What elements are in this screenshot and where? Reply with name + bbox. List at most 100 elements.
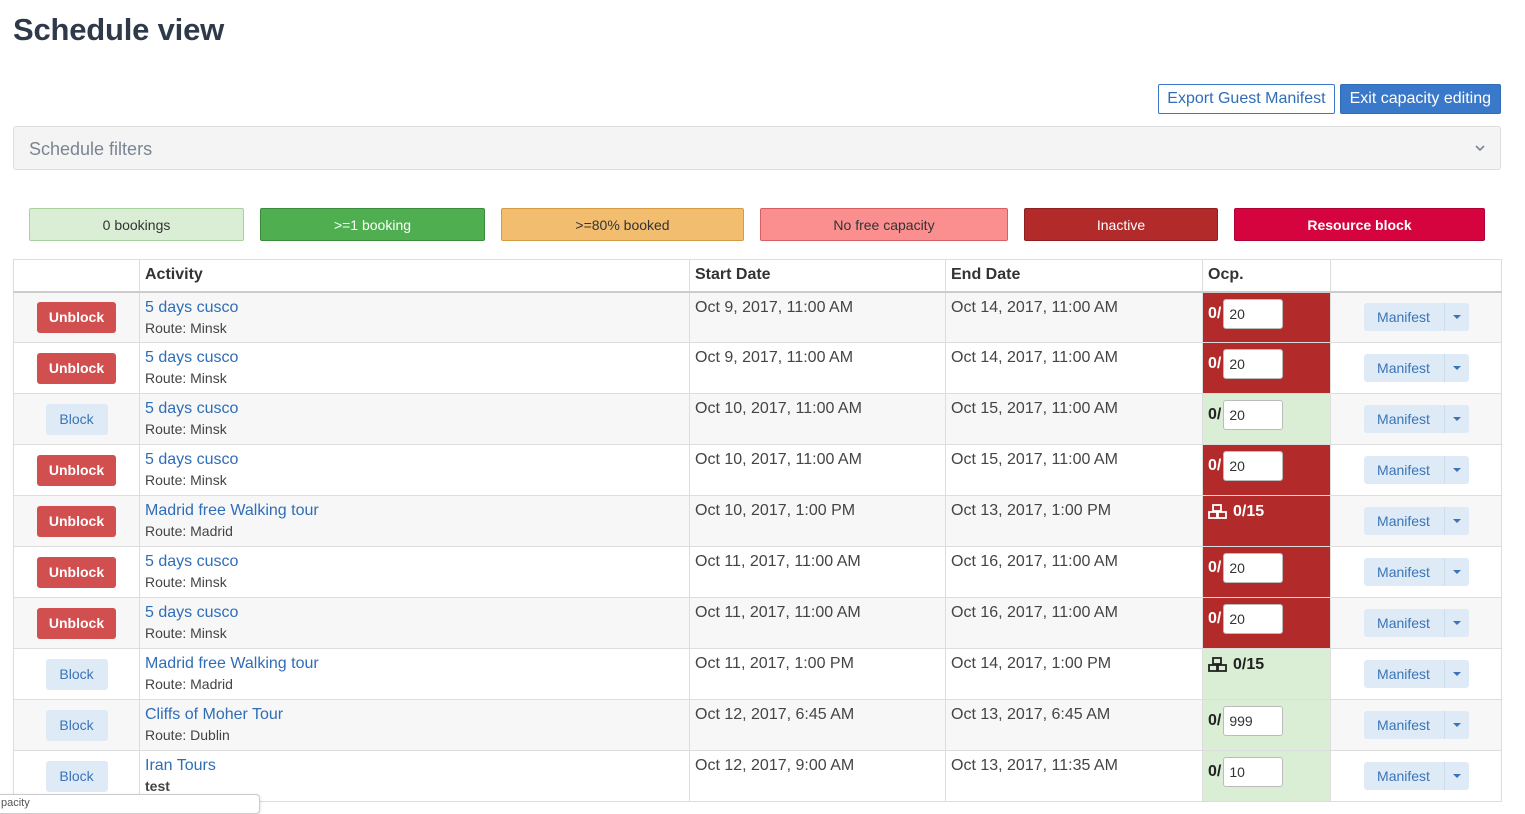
manifest-button-group: Manifest [1363, 405, 1469, 433]
route-label: Route: Madrid [145, 523, 233, 539]
manifest-button[interactable]: Manifest [1363, 303, 1444, 332]
block-button[interactable]: Block [45, 658, 108, 690]
occupancy-cell: 0/ [1202, 750, 1331, 802]
activity-link[interactable]: Madrid free Walking tour [145, 655, 684, 673]
unblock-button[interactable]: Unblock [37, 607, 116, 639]
start-date: Oct 9, 2017, 11:00 AM [695, 349, 854, 366]
activity-link[interactable]: 5 days cusco [145, 553, 684, 571]
occupancy-editor: 0/ [1208, 349, 1325, 379]
schedule-filters-label: Schedule filters [29, 139, 153, 159]
manifest-dropdown-toggle[interactable] [1443, 456, 1469, 484]
activity-link[interactable]: Cliffs of Moher Tour [145, 706, 684, 724]
route-label: Route: Minsk [145, 574, 227, 590]
route-label: Route: Minsk [145, 472, 227, 488]
end-date-cell: Oct 15, 2017, 11:00 AM [945, 444, 1203, 496]
start-date-cell: Oct 12, 2017, 6:45 AM [689, 699, 946, 751]
start-date: Oct 12, 2017, 6:45 AM [695, 706, 855, 723]
block-button[interactable]: Block [45, 709, 108, 741]
row-action-cell: Block [13, 648, 140, 700]
resource-occupancy: 0/15 [1208, 656, 1325, 674]
manifest-dropdown-toggle[interactable] [1443, 660, 1469, 688]
table-row: Unblock Madrid free Walking tour Route: … [13, 495, 1502, 547]
manifest-button[interactable]: Manifest [1363, 507, 1444, 535]
block-button[interactable]: Block [45, 403, 108, 435]
activity-cell: 5 days cusco Route: Minsk [139, 393, 690, 445]
capacity-input[interactable] [1223, 604, 1284, 634]
manifest-button[interactable]: Manifest [1363, 609, 1444, 637]
header-end-date[interactable]: End Date [945, 259, 1203, 293]
manifest-dropdown-toggle[interactable] [1443, 405, 1469, 433]
manifest-dropdown-toggle[interactable] [1443, 354, 1469, 382]
cubes-icon [1208, 657, 1227, 672]
end-date-cell: Oct 16, 2017, 11:00 AM [945, 597, 1203, 649]
caret-down-icon [1452, 621, 1461, 625]
manifest-button[interactable]: Manifest [1363, 405, 1444, 433]
capacity-input[interactable] [1223, 553, 1284, 583]
exit-capacity-editing-button[interactable]: Exit capacity editing [1339, 84, 1501, 114]
export-guest-manifest-button[interactable]: Export Guest Manifest [1158, 84, 1335, 114]
manifest-dropdown-toggle[interactable] [1443, 507, 1469, 535]
activity-link[interactable]: 5 days cusco [145, 349, 684, 367]
manifest-button[interactable]: Manifest [1363, 354, 1444, 382]
activity-link[interactable]: 5 days cusco [145, 400, 684, 418]
end-date: Oct 13, 2017, 11:35 AM [951, 757, 1118, 774]
start-date: Oct 11, 2017, 11:00 AM [695, 604, 861, 621]
manifest-dropdown-toggle[interactable] [1443, 303, 1469, 332]
end-date-cell: Oct 14, 2017, 11:00 AM [945, 342, 1203, 394]
legend-inactive: Inactive [1024, 208, 1218, 241]
unblock-button[interactable]: Unblock [37, 556, 116, 588]
manifest-button[interactable]: Manifest [1363, 558, 1444, 586]
end-date: Oct 13, 2017, 1:00 PM [951, 502, 1112, 519]
chevron-down-icon[interactable] [1474, 137, 1486, 159]
capacity-input[interactable] [1223, 298, 1284, 329]
activity-link[interactable]: 5 days cusco [145, 299, 684, 317]
route-label: Route: Minsk [145, 370, 227, 386]
capacity-input[interactable] [1223, 400, 1284, 430]
manifest-dropdown-toggle[interactable] [1443, 762, 1469, 790]
manifest-cell: Manifest [1330, 444, 1502, 496]
unblock-button[interactable]: Unblock [37, 352, 116, 384]
capacity-input[interactable] [1223, 349, 1284, 379]
legend-zero-bookings: 0 bookings [29, 208, 244, 241]
header-occupancy[interactable]: Ocp. [1202, 259, 1331, 293]
end-date-cell: Oct 14, 2017, 1:00 PM [945, 648, 1203, 700]
start-date: Oct 9, 2017, 11:00 AM [695, 298, 854, 316]
start-date: Oct 11, 2017, 1:00 PM [695, 655, 854, 672]
capacity-input[interactable] [1223, 757, 1284, 787]
occupancy-editor: 0/ [1208, 604, 1325, 634]
block-button[interactable]: Block [45, 760, 108, 792]
unblock-button[interactable]: Unblock [37, 301, 116, 333]
legend-no-free-capacity: No free capacity [760, 208, 1008, 241]
manifest-dropdown-toggle[interactable] [1443, 711, 1469, 739]
manifest-button[interactable]: Manifest [1363, 660, 1444, 688]
activity-link[interactable]: 5 days cusco [145, 604, 684, 622]
occupancy-booked: 0/ [1208, 457, 1222, 474]
activity-cell: Madrid free Walking tour Route: Madrid [139, 495, 690, 547]
capacity-input[interactable] [1223, 451, 1284, 481]
activity-link[interactable]: 5 days cusco [145, 451, 684, 469]
start-date-cell: Oct 11, 2017, 1:00 PM [689, 648, 946, 700]
manifest-cell: Manifest [1330, 648, 1502, 700]
manifest-button[interactable]: Manifest [1363, 711, 1444, 739]
activity-link[interactable]: Madrid free Walking tour [145, 502, 684, 520]
schedule-filters-panel[interactable]: Schedule filters [13, 126, 1501, 170]
unblock-button[interactable]: Unblock [37, 505, 116, 537]
end-date: Oct 14, 2017, 11:00 AM [951, 298, 1118, 316]
activity-link[interactable]: Iran Tours [145, 757, 684, 775]
capacity-input[interactable] [1223, 706, 1284, 736]
caret-down-icon [1452, 519, 1461, 523]
header-start-date[interactable]: Start Date [689, 259, 946, 293]
header-action [13, 259, 140, 293]
occupancy-cell: 0/ [1202, 342, 1331, 394]
manifest-dropdown-toggle[interactable] [1443, 609, 1469, 637]
header-activity[interactable]: Activity [139, 259, 690, 293]
manifest-cell: Manifest [1330, 750, 1502, 802]
manifest-button-group: Manifest [1363, 303, 1469, 332]
table-header-row: Activity Start Date End Date Ocp. [13, 259, 1502, 293]
manifest-button[interactable]: Manifest [1363, 762, 1444, 790]
manifest-dropdown-toggle[interactable] [1443, 558, 1469, 586]
unblock-button[interactable]: Unblock [37, 454, 116, 486]
manifest-button[interactable]: Manifest [1363, 456, 1444, 484]
resource-occupancy-value: 0/15 [1233, 656, 1265, 673]
occupancy-editor: 0/ [1208, 400, 1325, 430]
